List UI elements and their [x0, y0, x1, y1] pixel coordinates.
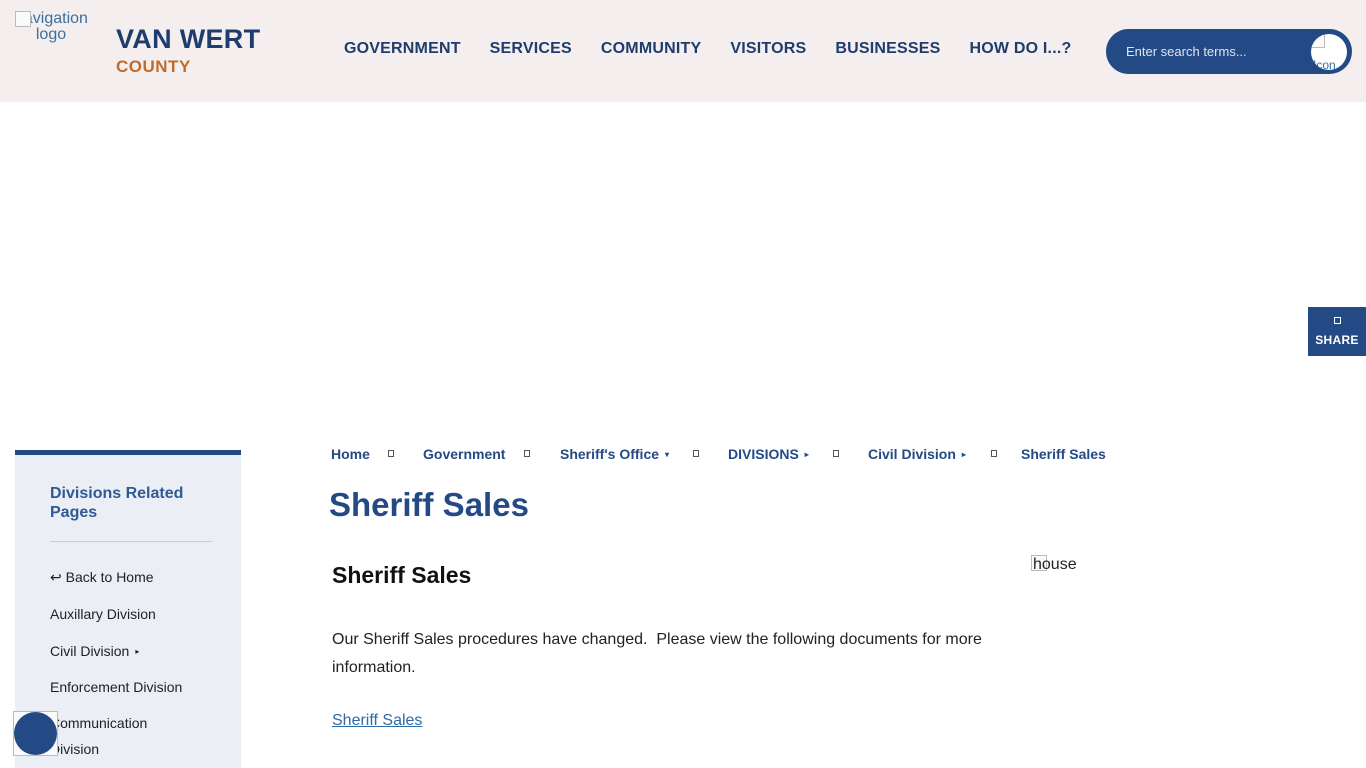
breadcrumb-separator-icon — [524, 450, 530, 457]
breadcrumb-label: Civil Division — [868, 446, 956, 462]
caret-down-icon: ▾ — [665, 450, 670, 459]
breadcrumb-separator-icon — [833, 450, 839, 457]
sidebar-item-label: Enforcement Division — [50, 679, 183, 695]
site-subtitle[interactable]: COUNTY — [116, 57, 191, 77]
search-icon-alt: Icon — [1313, 58, 1336, 70]
sidebar-item-civil[interactable]: Civil Division ▸ — [50, 643, 139, 659]
breadcrumb-separator-icon — [991, 450, 997, 457]
broken-image-icon — [15, 11, 31, 27]
breadcrumb-label: Sheriff's Office — [560, 446, 660, 462]
sheriff-sales-document-link[interactable]: Sheriff Sales — [332, 712, 422, 730]
house-image-alt: house — [1033, 556, 1077, 573]
nav-community[interactable]: COMMUNITY — [601, 40, 701, 58]
accessibility-widget-button[interactable] — [13, 711, 58, 756]
breadcrumb-current[interactable]: Sheriff Sales — [1021, 446, 1106, 462]
share-label: SHARE — [1315, 333, 1359, 347]
sidebar-title: Divisions Related Pages — [50, 485, 184, 521]
sidebar-item-enforcement[interactable]: Enforcement Division — [50, 679, 182, 695]
search-button[interactable]: Icon — [1311, 34, 1347, 70]
search-bar: Icon — [1106, 29, 1352, 74]
breadcrumb-sheriffs-office[interactable]: Sheriff's Office ▾ — [560, 446, 669, 462]
breadcrumb-label: DIVISIONS — [728, 446, 799, 462]
nav-businesses[interactable]: BUSINESSES — [835, 40, 940, 58]
body-text: Our Sheriff Sales procedures have change… — [332, 631, 982, 676]
main-nav: GOVERNMENT SERVICES COMMUNITY VISITORS B… — [344, 40, 1100, 58]
chevron-right-icon: ▸ — [135, 647, 140, 656]
breadcrumb-label: Sheriff Sales — [1021, 446, 1106, 462]
sidebar-item-label: Communication Division — [50, 715, 148, 757]
breadcrumb-separator-icon — [693, 450, 699, 457]
search-icon — [1311, 34, 1325, 48]
breadcrumb-label: Home — [331, 446, 370, 462]
breadcrumb-government[interactable]: Government — [423, 446, 505, 462]
breadcrumb-label: Government — [423, 446, 506, 462]
accessibility-icon — [14, 712, 57, 755]
breadcrumb-separator-icon — [388, 450, 394, 457]
breadcrumb-divisions[interactable]: DIVISIONS ▸ — [728, 446, 809, 462]
share-icon — [1333, 317, 1341, 324]
sidebar-item-label: Civil Division — [50, 643, 130, 659]
sidebar-item-label: Auxillary Division — [50, 606, 156, 622]
breadcrumb-home[interactable]: Home — [331, 446, 370, 462]
house-image: house — [1031, 555, 1077, 574]
sidebar-item-label: ↩ Back to Home — [50, 569, 154, 585]
share-button[interactable]: SHARE — [1308, 307, 1366, 356]
caret-right-icon: ▸ — [961, 450, 966, 459]
sidebar-item-communication[interactable]: Communication Division — [50, 710, 160, 762]
page-title: Sheriff Sales — [329, 486, 529, 523]
nav-how-do-i[interactable]: HOW DO I...? — [970, 40, 1072, 58]
caret-right-icon: ▸ — [804, 450, 809, 459]
site-header: navigation logo VAN WERT COUNTY GOVERNME… — [0, 0, 1366, 102]
navigation-logo[interactable]: navigation logo — [15, 11, 87, 59]
sidebar-item-back-home[interactable]: ↩ Back to Home — [50, 569, 154, 586]
nav-visitors[interactable]: VISITORS — [730, 40, 806, 58]
section-heading: Sheriff Sales — [332, 562, 472, 588]
nav-government[interactable]: GOVERNMENT — [344, 40, 461, 58]
search-input[interactable] — [1126, 41, 1301, 61]
sidebar-divider — [50, 541, 212, 542]
sidebar-item-auxillary[interactable]: Auxillary Division — [50, 606, 156, 622]
nav-services[interactable]: SERVICES — [490, 40, 572, 58]
breadcrumb-civil-division[interactable]: Civil Division ▸ — [868, 446, 966, 462]
site-title[interactable]: VAN WERT — [116, 24, 260, 55]
